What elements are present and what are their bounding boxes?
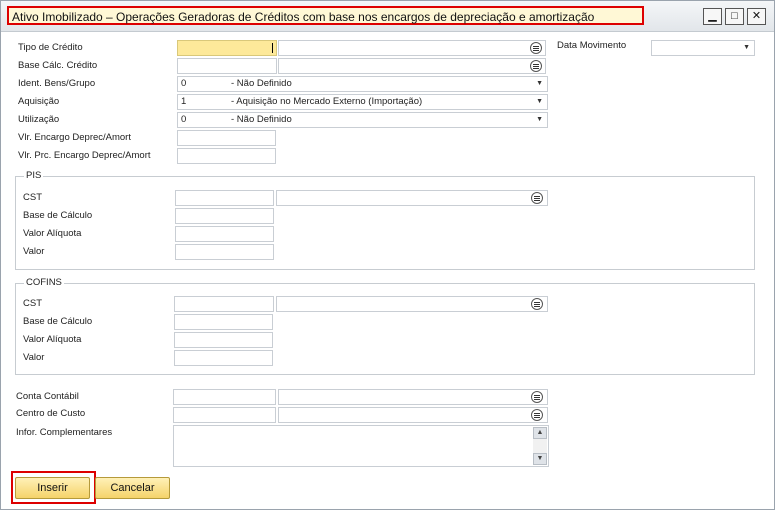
cofins-valor-aliquota-input[interactable]	[174, 332, 273, 348]
vlr-encargo-label: Vlr. Encargo Deprec/Amort	[18, 132, 131, 143]
infor-complementares-label: Infor. Complementares	[16, 427, 113, 438]
cofins-valor-label: Valor	[23, 352, 45, 363]
infor-complementares-textarea[interactable]: ▲ ▼	[173, 425, 549, 467]
centro-custo-label: Centro de Custo	[16, 408, 86, 419]
scroll-down-icon[interactable]: ▼	[533, 453, 547, 465]
cofins-cst-lookup-icon[interactable]	[531, 298, 543, 310]
utilizacao-label: Utilização	[18, 114, 60, 125]
cofins-valor-input[interactable]	[174, 350, 273, 366]
pis-base-calculo-label: Base de Cálculo	[23, 210, 93, 221]
ident-bens-code: 0	[181, 78, 187, 89]
aquisicao-label: Aquisição	[18, 96, 60, 107]
scroll-up-icon[interactable]: ▲	[533, 427, 547, 439]
tipo-credito-input[interactable]	[177, 40, 277, 56]
conta-contabil-description[interactable]	[278, 389, 548, 405]
aquisicao-select[interactable]: 1 - Aquisição no Mercado Externo (Import…	[177, 94, 548, 110]
close-button[interactable]: ✕	[747, 8, 766, 25]
ident-bens-desc: - Não Definido	[231, 78, 292, 89]
utilizacao-code: 0	[181, 114, 187, 125]
chevron-down-icon[interactable]: ▼	[536, 95, 543, 109]
vlr-encargo-input[interactable]	[177, 130, 276, 146]
tipo-credito-label: Tipo de Crédito	[18, 42, 83, 53]
base-calc-credito-description[interactable]	[278, 58, 546, 74]
pis-valor-aliquota-input[interactable]	[175, 226, 274, 242]
ident-bens-label: Ident. Bens/Grupo	[18, 78, 96, 89]
vlr-prc-encargo-label: Vlr. Prc. Encargo Deprec/Amort	[18, 150, 151, 161]
centro-custo-input[interactable]	[173, 407, 276, 423]
cofins-title: COFINS	[24, 277, 64, 288]
title-highlight: Ativo Imobilizado – Operações Geradoras …	[7, 6, 644, 25]
utilizacao-select[interactable]: 0 - Não Definido ▼	[177, 112, 548, 128]
centro-custo-lookup-icon[interactable]	[531, 409, 543, 421]
cofins-cst-input[interactable]	[174, 296, 274, 312]
cofins-cst-label: CST	[23, 298, 42, 309]
cofins-base-calculo-input[interactable]	[174, 314, 273, 330]
pis-cst-input[interactable]	[175, 190, 274, 206]
chevron-down-icon[interactable]: ▼	[536, 113, 543, 127]
ident-bens-select[interactable]: 0 - Não Definido ▼	[177, 76, 548, 92]
conta-contabil-label: Conta Contábil	[16, 391, 79, 402]
base-calc-credito-label: Base Cálc. Crédito	[18, 60, 98, 71]
pis-valor-aliquota-label: Valor Alíquota	[23, 228, 82, 239]
cofins-cst-description[interactable]	[276, 296, 548, 312]
data-movimento-label: Data Movimento	[557, 40, 627, 51]
chevron-down-icon[interactable]: ▼	[743, 41, 750, 55]
pis-title: PIS	[24, 170, 44, 181]
pis-base-calculo-input[interactable]	[175, 208, 274, 224]
pis-cst-description[interactable]	[276, 190, 548, 206]
dialog-window: Ativo Imobilizado – Operações Geradoras …	[0, 0, 775, 510]
aquisicao-code: 1	[181, 96, 187, 107]
base-calc-lookup-icon[interactable]	[530, 60, 542, 72]
pis-cst-label: CST	[23, 192, 42, 203]
maximize-button[interactable]: □	[725, 8, 744, 25]
chevron-down-icon[interactable]: ▼	[536, 77, 543, 91]
cofins-base-calculo-label: Base de Cálculo	[23, 316, 93, 327]
tipo-credito-lookup-icon[interactable]	[530, 42, 542, 54]
minimize-button[interactable]: ▁	[703, 8, 722, 25]
window-title: Ativo Imobilizado – Operações Geradoras …	[12, 10, 595, 24]
cofins-valor-aliquota-label: Valor Alíquota	[23, 334, 82, 345]
aquisicao-desc: - Aquisição no Mercado Externo (Importaç…	[231, 96, 423, 107]
base-calc-credito-input[interactable]	[177, 58, 277, 74]
data-movimento-select[interactable]: ▼	[651, 40, 755, 56]
scrollbar[interactable]: ▲ ▼	[533, 427, 547, 465]
conta-contabil-input[interactable]	[173, 389, 276, 405]
vlr-prc-encargo-input[interactable]	[177, 148, 276, 164]
utilizacao-desc: - Não Definido	[231, 114, 292, 125]
centro-custo-description[interactable]	[278, 407, 548, 423]
title-bar: Ativo Imobilizado – Operações Geradoras …	[1, 1, 774, 32]
pis-valor-label: Valor	[23, 246, 45, 257]
tipo-credito-description[interactable]	[278, 40, 546, 56]
cancelar-button[interactable]: Cancelar	[95, 477, 170, 499]
inserir-button[interactable]: Inserir	[15, 477, 90, 499]
pis-cst-lookup-icon[interactable]	[531, 192, 543, 204]
pis-valor-input[interactable]	[175, 244, 274, 260]
conta-contabil-lookup-icon[interactable]	[531, 391, 543, 403]
